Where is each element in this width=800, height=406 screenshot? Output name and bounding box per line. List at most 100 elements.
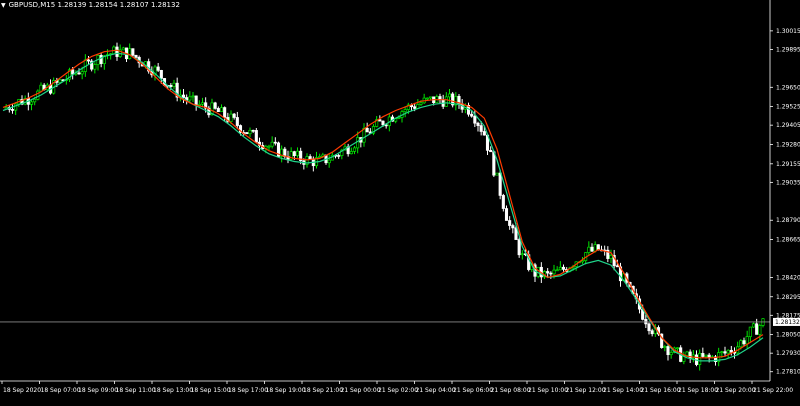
- time-axis: 18 Sep 2020 18 Sep 07:0018 Sep 09:0018 Se…: [0, 380, 793, 394]
- y-tick-label: 1.29035: [776, 179, 800, 186]
- candle-body: [352, 147, 357, 152]
- candle-body: [520, 253, 524, 256]
- candle-body: [93, 64, 97, 70]
- x-tick-label: 21 Sep 10:00: [528, 387, 568, 394]
- x-tick-label: 21 Sep 02:00: [378, 387, 418, 394]
- candle-body: [498, 172, 502, 196]
- candle-body: [270, 141, 274, 147]
- x-tick-label: 18 Sep 17:00: [228, 387, 268, 394]
- candle-body: [191, 95, 195, 98]
- y-tick-label: 1.29405: [776, 122, 800, 129]
- ma-slow-line: [2, 52, 764, 362]
- candle-body: [365, 127, 369, 133]
- candle-body: [758, 325, 762, 335]
- candle-body: [495, 172, 499, 176]
- candle-body: [99, 55, 103, 64]
- candle-body: [381, 120, 385, 126]
- candle-body: [444, 96, 448, 107]
- candle-body: [77, 72, 81, 75]
- candle-body: [447, 93, 452, 98]
- candle-body: [489, 150, 493, 153]
- y-tick-label: 1.29280: [776, 141, 800, 148]
- x-tick-label: 21 Sep 22:00: [753, 387, 793, 394]
- y-tick-label: 1.28665: [776, 237, 800, 244]
- candle-body: [216, 108, 220, 112]
- x-tick-label: 18 Sep 21:00: [303, 387, 343, 394]
- candle-body: [308, 156, 312, 160]
- candle-body: [71, 69, 75, 75]
- x-tick-label: 18 Sep 11:00: [116, 387, 156, 394]
- candle-body: [511, 225, 515, 229]
- candle-body: [748, 326, 752, 337]
- candle-body: [403, 109, 407, 113]
- candle-body: [723, 351, 727, 354]
- candle-body: [593, 244, 597, 252]
- candle-body: [549, 272, 553, 275]
- candle-body: [188, 96, 192, 101]
- price-chart[interactable]: 1.28132 1.30015 1.29895 1.29650 1.29525 1.29…: [0, 0, 800, 406]
- x-tick-label: 21 Sep 16:00: [641, 387, 681, 394]
- x-tick-label: 21 Sep 00:00: [341, 387, 381, 394]
- x-tick-label: 21 Sep 08:00: [491, 387, 531, 394]
- candle-body: [742, 340, 746, 345]
- candle-body: [745, 336, 749, 345]
- candle-body: [172, 82, 176, 87]
- candle-body: [546, 271, 550, 274]
- x-tick-label: 21 Sep 14:00: [603, 387, 643, 394]
- candle-body: [517, 239, 521, 256]
- candle-body: [232, 113, 236, 118]
- candle-body: [501, 195, 505, 209]
- y-tick-label: 1.27930: [776, 350, 800, 357]
- current-price-label: 1.28132: [775, 319, 800, 326]
- x-tick-label: 21 Sep 20:00: [716, 387, 756, 394]
- x-tick-label: 21 Sep 18:00: [678, 387, 718, 394]
- candle-body: [650, 330, 654, 335]
- candle-body: [701, 353, 705, 357]
- y-tick-label: 1.30015: [776, 28, 800, 35]
- chart-window[interactable]: ▼ GBPUSD,M15 1.28139 1.28154 1.28107 1.28…: [0, 0, 800, 406]
- candle-body: [470, 113, 474, 117]
- ma-fast-line: [2, 49, 764, 359]
- candle-body: [29, 101, 34, 105]
- candle-body: [245, 132, 249, 135]
- candle-body: [10, 109, 15, 111]
- candle-body: [194, 95, 198, 106]
- candle-body: [235, 117, 239, 126]
- candle-body: [39, 84, 43, 92]
- candle-body: [425, 97, 429, 100]
- candle-body: [552, 269, 556, 275]
- candle-body: [504, 208, 509, 221]
- candle-body: [213, 102, 217, 109]
- candle-body: [482, 131, 486, 136]
- x-tick-label: 18 Sep 07:00: [41, 387, 81, 394]
- candle-body: [751, 323, 756, 328]
- candle-body: [200, 102, 205, 105]
- candle-body: [590, 246, 594, 252]
- y-tick-label: 1.28050: [776, 332, 800, 339]
- candle-body: [587, 246, 591, 253]
- y-tick-label: 1.28175: [776, 312, 800, 319]
- x-tick-label: 18 Sep 15:00: [191, 387, 231, 394]
- candle-body: [378, 119, 382, 122]
- candle-body: [419, 102, 423, 105]
- candle-body: [561, 266, 566, 270]
- candle-body: [479, 125, 483, 132]
- candle-body: [555, 269, 559, 272]
- x-tick-label: 18 Sep 2020: [3, 387, 41, 394]
- candle-body: [473, 115, 477, 124]
- candle-body: [267, 145, 271, 148]
- y-tick-label: 1.28420: [776, 274, 800, 281]
- candle-body: [327, 159, 331, 164]
- candle-body: [675, 347, 680, 350]
- candle-body: [413, 106, 417, 109]
- x-tick-label: 21 Sep 04:00: [416, 387, 456, 394]
- candle-body: [428, 96, 433, 99]
- candle-body: [159, 70, 163, 79]
- x-tick-label: 18 Sep 13:00: [153, 387, 193, 394]
- candle-body: [156, 66, 160, 71]
- candle-body: [254, 130, 258, 143]
- candle-body: [666, 346, 670, 356]
- candle-body: [669, 352, 673, 356]
- y-tick-label: 1.29650: [776, 84, 800, 91]
- x-tick-label: 21 Sep 06:00: [453, 387, 493, 394]
